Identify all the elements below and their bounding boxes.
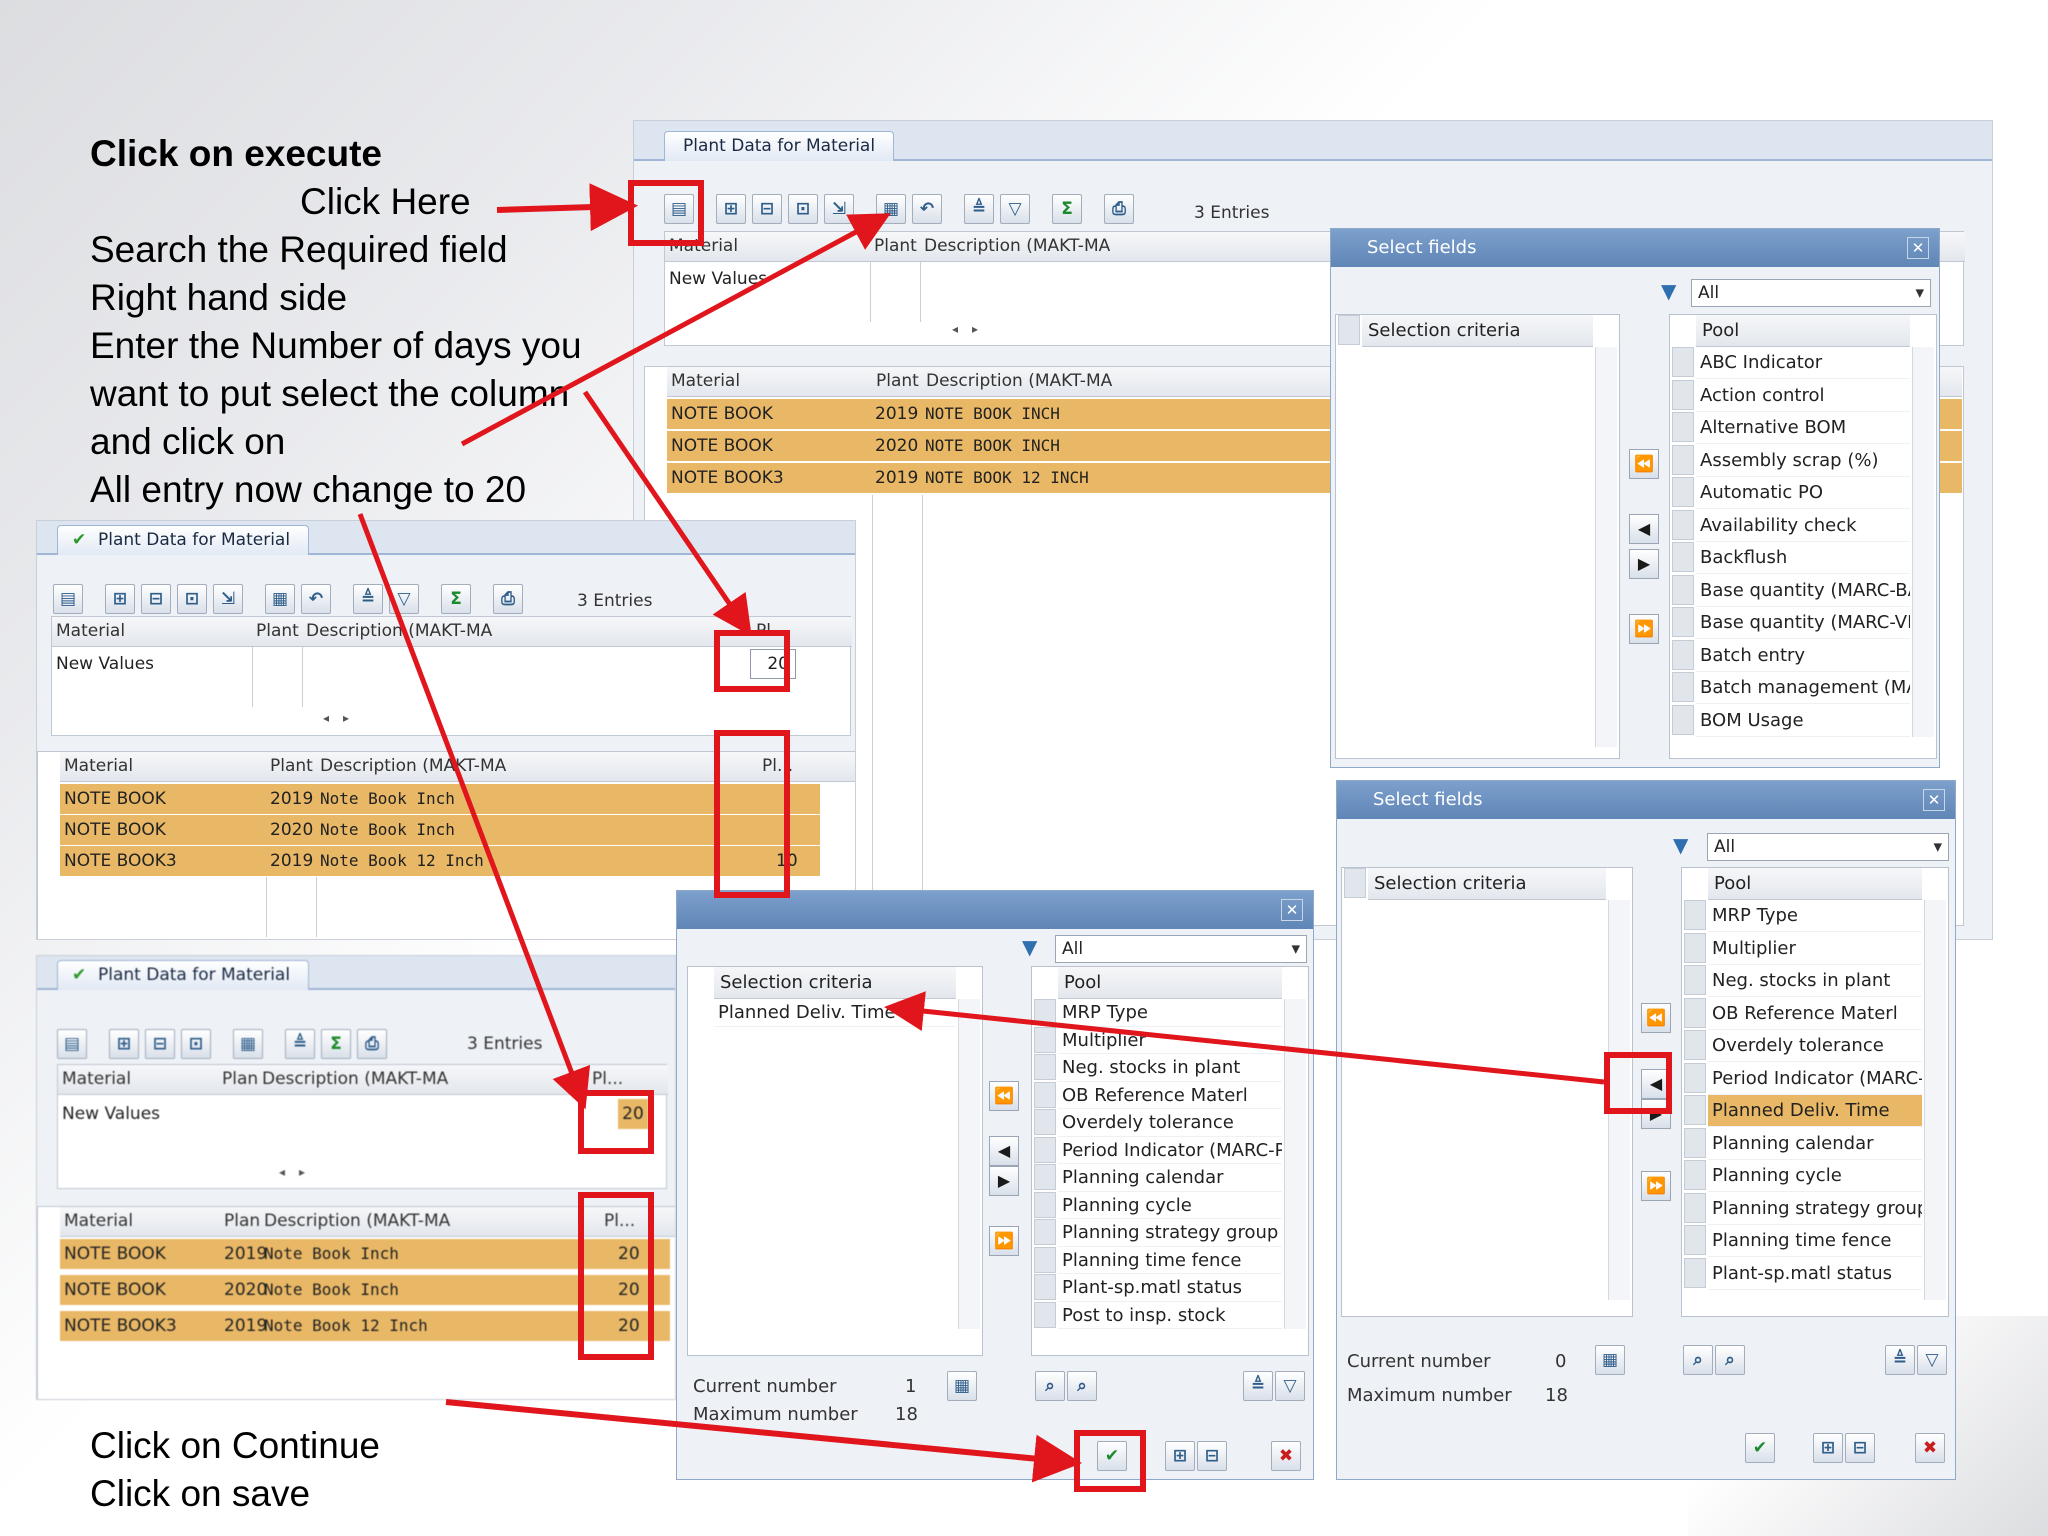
arrow-to-new-value — [582, 390, 752, 637]
arrow-to-change-column — [460, 213, 891, 447]
callout-arrows — [357, 183, 1605, 1483]
arrow-to-low-column — [357, 513, 591, 1110]
arrow-to-execute — [496, 183, 638, 232]
arrow-to-selection — [884, 991, 1605, 1085]
arrow-to-continue — [445, 1399, 1082, 1483]
